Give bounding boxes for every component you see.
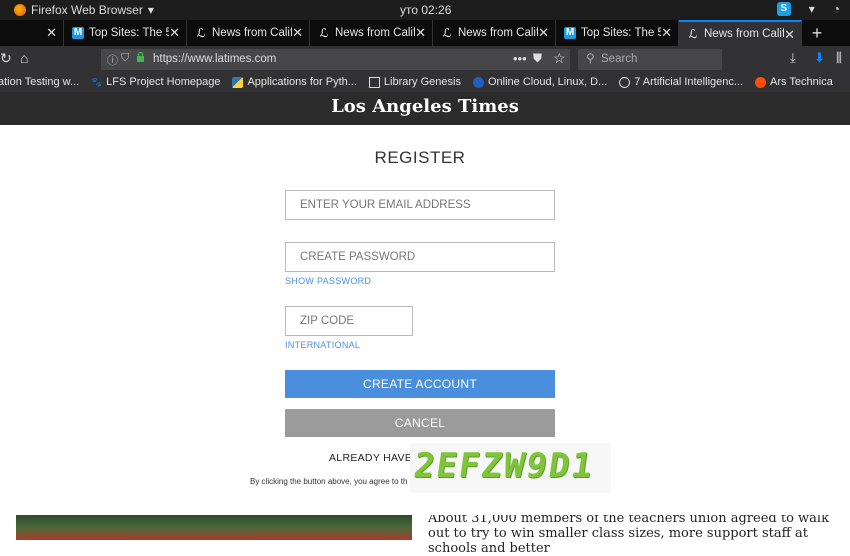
tab-title: News from California	[335, 27, 415, 39]
tab-6-active[interactable]: ℒ News from California ✕	[679, 20, 802, 46]
tab-0[interactable]: ✕	[0, 20, 64, 46]
tab-1[interactable]: M Top Sites: The 500 ✕	[64, 20, 187, 46]
navigation-bar: ↻ ⌂ ⓘ ⛉ https://www.latimes.com ••• ⛊ ☆ …	[0, 46, 850, 72]
favicon-icon: ℒ	[442, 26, 452, 40]
bookmark-label: LFS Project Homepage	[106, 76, 221, 88]
terms-text: By clicking the button above, you agree …	[250, 477, 408, 486]
downloads-icon[interactable]: ⬇	[814, 50, 825, 66]
international-link[interactable]: INTERNATIONAL	[285, 340, 360, 350]
already-have-account-text: ALREADY HAVE A	[329, 452, 423, 464]
pocket-icon[interactable]: ⛊	[533, 51, 542, 66]
close-tab-icon[interactable]: ✕	[169, 25, 180, 41]
new-tab-icon[interactable]: +	[802, 20, 832, 46]
tab-title: News from California	[212, 27, 292, 39]
caret-down-icon[interactable]: ▾	[809, 2, 815, 16]
tab-4[interactable]: ℒ News from California ✕	[433, 20, 556, 46]
wifi-icon[interactable]: ◔	[833, 2, 840, 16]
close-tab-icon[interactable]: ✕	[538, 25, 549, 41]
bookmark-item[interactable]: Online Cloud, Linux, D...	[472, 76, 608, 88]
close-tab-icon[interactable]: ✕	[784, 27, 795, 43]
url-text[interactable]: https://www.latimes.com	[153, 53, 276, 65]
favicon-icon: ℒ	[319, 26, 329, 40]
bookmarks-toolbar: ation Testing w... 🐾 LFS Project Homepag…	[0, 72, 850, 92]
register-title: REGISTER	[374, 148, 466, 167]
lock-icon[interactable]	[136, 52, 145, 62]
bookmark-label: Library Genesis	[383, 76, 461, 88]
bookmark-label: Ars Technica	[770, 76, 833, 88]
reload-icon[interactable]: ↻	[0, 50, 12, 67]
app-title: Firefox Web Browser	[31, 3, 143, 17]
bookmark-item[interactable]: Applications for Pyth...	[232, 76, 357, 88]
firefox-icon	[14, 4, 26, 16]
close-tab-icon[interactable]: ✕	[46, 25, 57, 41]
favicon-icon: ℒ	[688, 27, 698, 41]
system-top-bar: Firefox Web Browser ▾ уто 02:26 S ▾ ◔	[0, 0, 850, 20]
skype-icon[interactable]: S	[776, 2, 791, 16]
close-tab-icon[interactable]: ✕	[415, 25, 426, 41]
register-modal: REGISTER SHOW PASSWORD INTERNATIONAL CRE…	[0, 125, 850, 515]
tab-title: Top Sites: The 500	[581, 27, 661, 39]
show-password-link[interactable]: SHOW PASSWORD	[285, 276, 371, 286]
book-icon	[368, 76, 380, 88]
bookmark-label: 7 Artificial Intelligenc...	[634, 76, 744, 88]
favicon-icon: M	[72, 27, 84, 39]
page-actions-icon[interactable]: •••	[513, 51, 527, 66]
download-tray-icon[interactable]: ⤓	[790, 50, 796, 66]
zip-field[interactable]	[285, 306, 413, 336]
captcha-text: 2EFZW9D1	[411, 446, 597, 486]
bookmark-item[interactable]: Library Genesis	[368, 76, 461, 88]
ai-icon	[619, 76, 631, 88]
python-icon	[232, 76, 244, 88]
email-input[interactable]	[300, 191, 554, 219]
clock[interactable]: уто 02:26	[400, 3, 451, 17]
tab-2[interactable]: ℒ News from California ✕	[187, 20, 310, 46]
favicon-icon: M	[564, 27, 576, 39]
tab-title: Top Sites: The 500	[89, 27, 169, 39]
close-tab-icon[interactable]: ✕	[661, 25, 672, 41]
search-placeholder: Search	[601, 53, 638, 65]
cancel-button[interactable]: CANCEL	[285, 409, 555, 437]
favicon-icon: ℒ	[196, 26, 206, 40]
lfs-icon: 🐾	[91, 76, 103, 87]
bookmark-item[interactable]: 7 Artificial Intelligenc...	[619, 76, 743, 88]
cloud-icon	[472, 76, 484, 88]
article-text[interactable]: About 31,000 members of the teachers uni…	[428, 511, 838, 556]
tab-title: News from California	[704, 28, 784, 40]
create-account-button[interactable]: CREATE ACCOUNT	[285, 370, 555, 398]
bookmark-label: ation Testing w...	[0, 76, 80, 88]
tab-5[interactable]: M Top Sites: The 500 ✕	[556, 20, 679, 46]
app-menu[interactable]: Firefox Web Browser ▾	[14, 3, 154, 17]
site-masthead: Los Angeles Times	[0, 92, 850, 125]
tab-3[interactable]: ℒ News from California ✕	[310, 20, 433, 46]
system-tray: S ▾ ◔	[776, 2, 840, 16]
tab-title: News from California	[458, 27, 538, 39]
ars-icon	[755, 76, 767, 88]
shield-icon[interactable]: ⛉	[121, 52, 129, 65]
tab-bar: ✕ M Top Sites: The 500 ✕ ℒ News from Cal…	[0, 20, 850, 46]
bookmark-item[interactable]: ation Testing w...	[0, 76, 79, 88]
bookmark-label: Online Cloud, Linux, D...	[487, 76, 608, 88]
bookmark-item[interactable]: 🐾 LFS Project Homepage	[91, 76, 220, 88]
password-field[interactable]	[285, 242, 555, 272]
search-input[interactable]: ⚲ Search	[578, 49, 722, 70]
caret-down-icon: ▾	[147, 3, 154, 17]
search-icon: ⚲	[586, 51, 595, 65]
bookmark-item[interactable]: Ars Technica	[755, 76, 833, 88]
captcha-image: 2EFZW9D1	[410, 443, 611, 493]
article-photo[interactable]	[16, 515, 412, 540]
site-logo[interactable]: Los Angeles Times	[331, 96, 519, 117]
close-tab-icon[interactable]: ✕	[292, 25, 303, 41]
email-field[interactable]	[285, 190, 555, 220]
bookmark-star-icon[interactable]: ☆	[553, 50, 566, 67]
zip-input[interactable]	[300, 307, 412, 335]
home-icon[interactable]: ⌂	[20, 50, 28, 66]
url-bar[interactable]: ⓘ ⛉ https://www.latimes.com ••• ⛊ ☆	[101, 49, 570, 70]
bookmark-label: Applications for Pyth...	[247, 76, 357, 88]
library-icon[interactable]: ⫼	[836, 50, 842, 66]
info-icon[interactable]: ⓘ	[107, 52, 118, 68]
password-input[interactable]	[300, 243, 554, 271]
